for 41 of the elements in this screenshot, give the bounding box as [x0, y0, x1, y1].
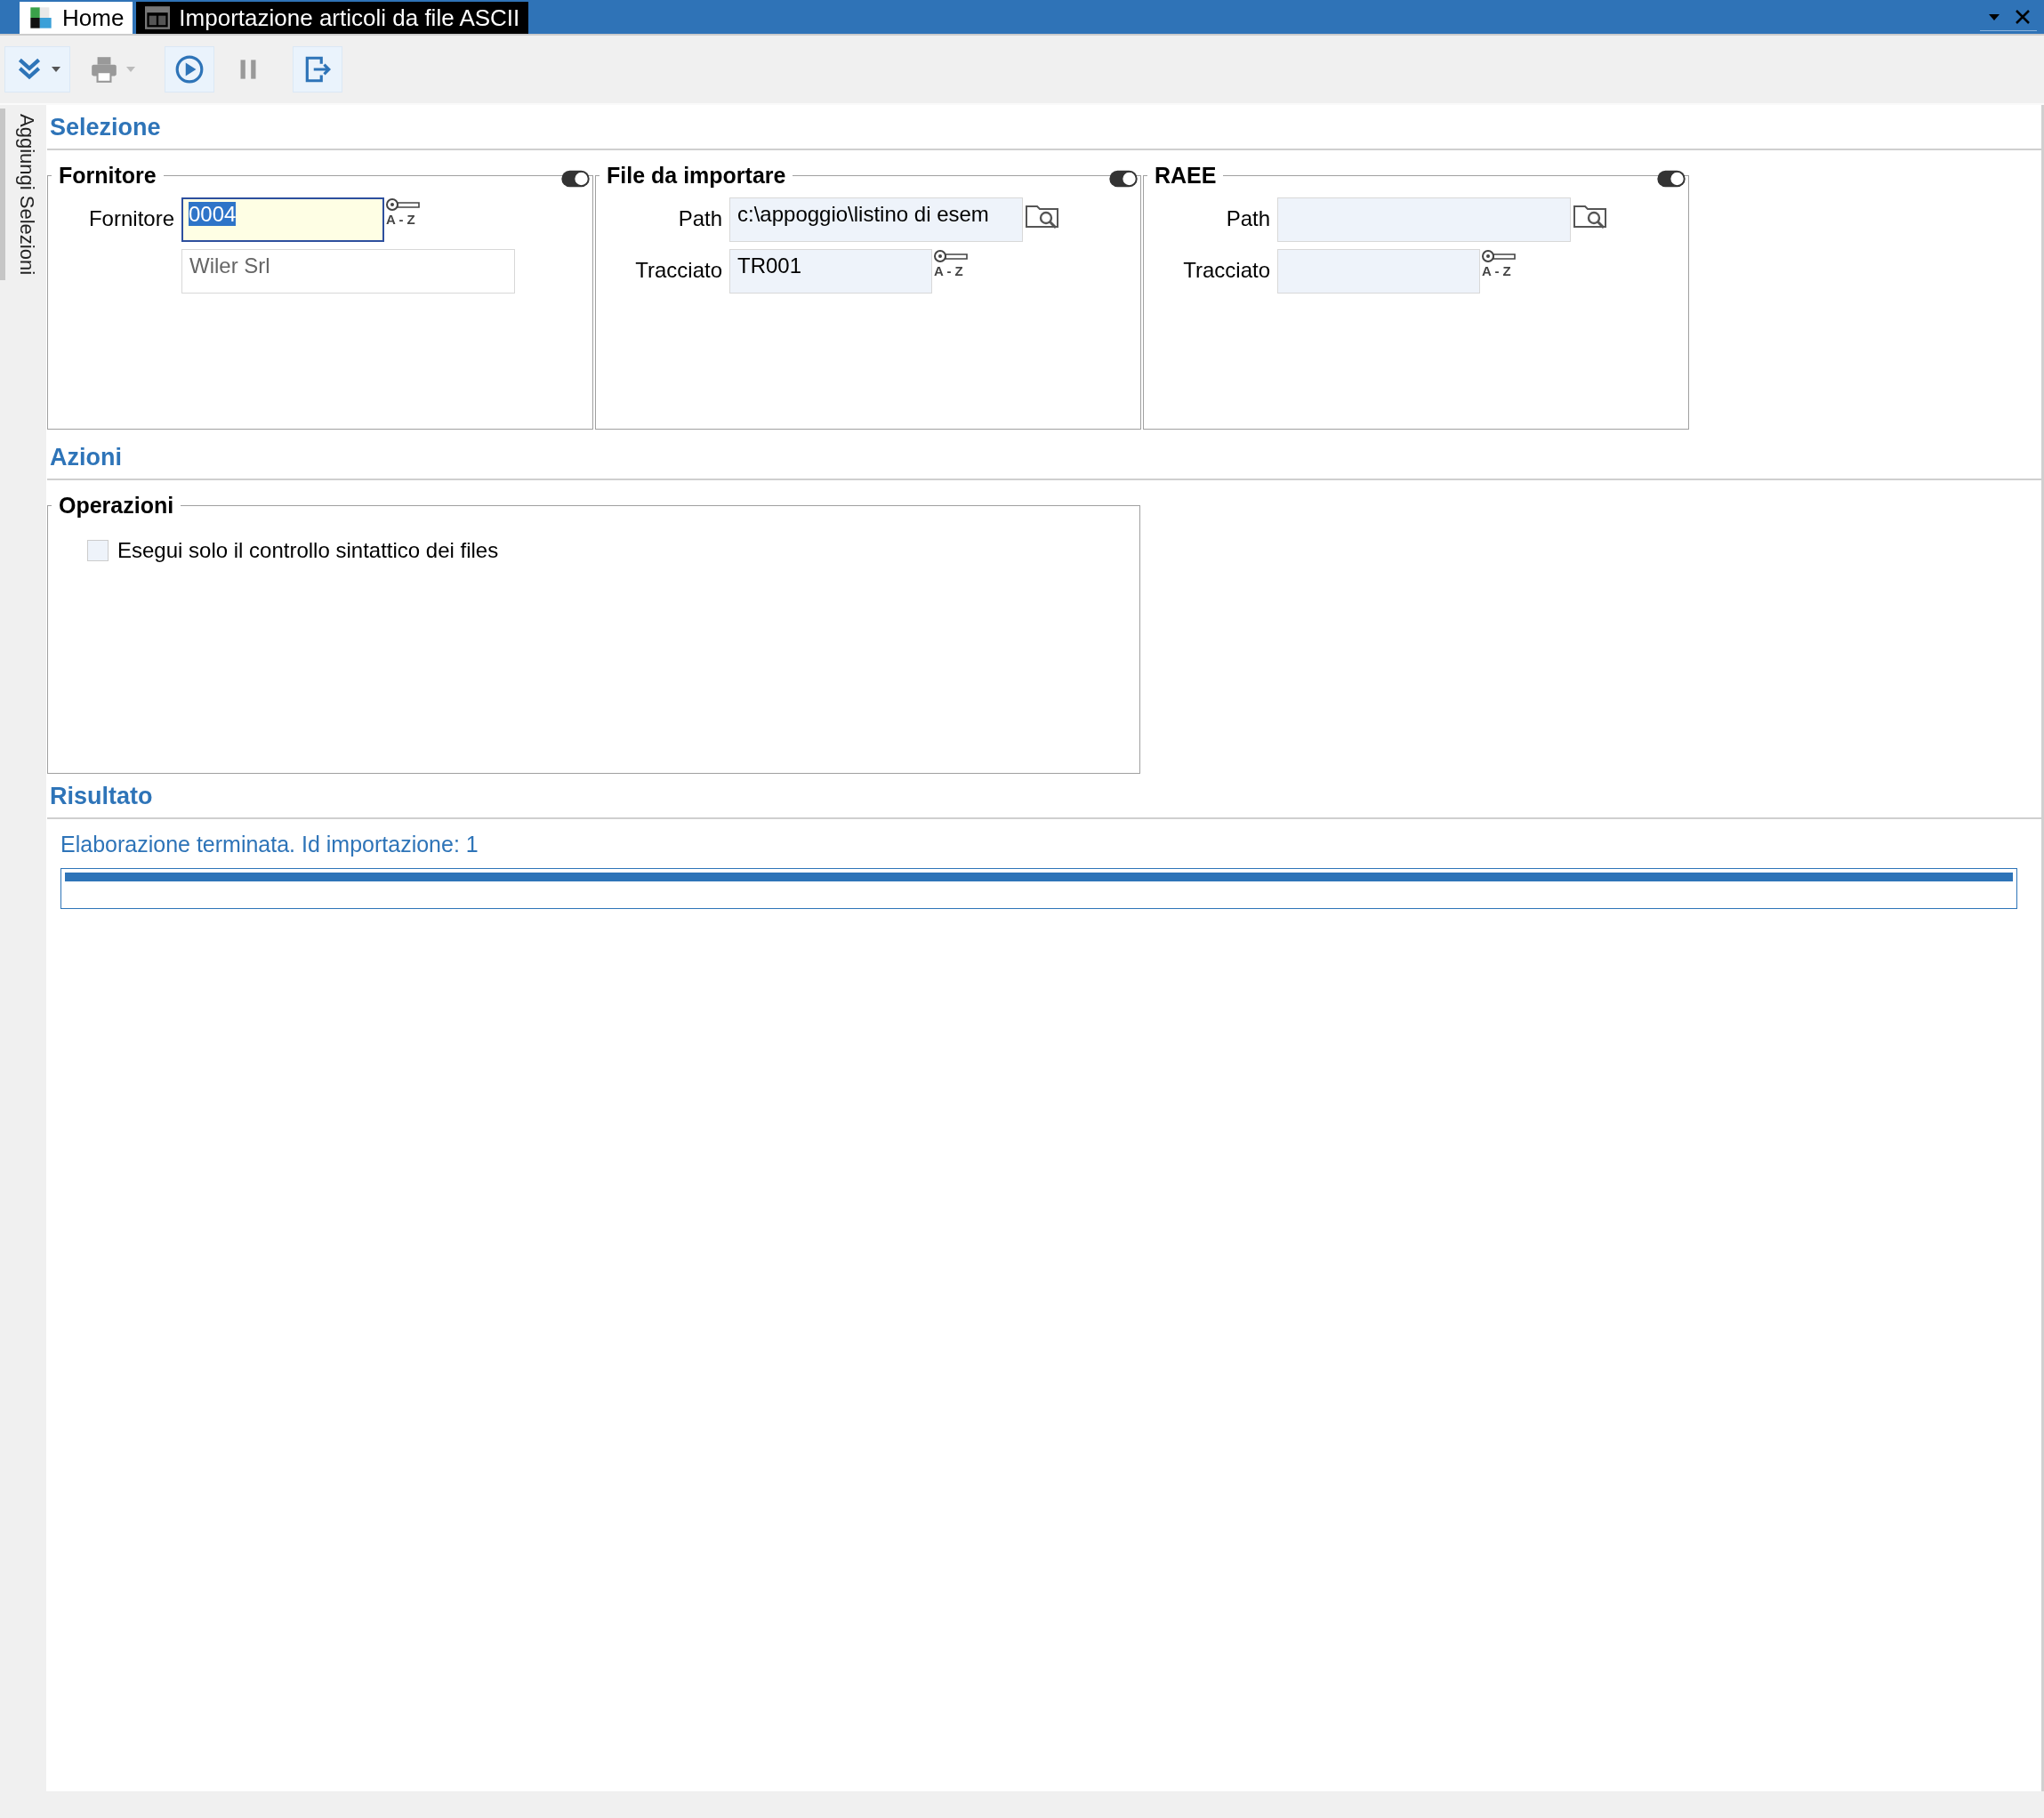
field-label: Tracciato	[1183, 258, 1270, 282]
field-label: Fornitore	[88, 206, 174, 230]
input-field[interactable]	[1277, 197, 1571, 242]
run-button[interactable]	[165, 46, 214, 93]
checkbox[interactable]	[87, 540, 109, 561]
group-title: File da importare	[606, 163, 787, 189]
tab[interactable]: Importazione articoli da file ASCII	[136, 2, 529, 34]
toggle-icon[interactable]	[560, 169, 591, 189]
key-icon	[1482, 249, 1517, 263]
exit-button[interactable]	[293, 46, 342, 93]
input-field[interactable]: 0004	[181, 197, 384, 242]
expand-button[interactable]	[4, 46, 70, 93]
field-label: Tracciato	[635, 258, 722, 282]
tab[interactable]: Home	[20, 2, 133, 34]
section-title: Azioni	[47, 435, 2041, 480]
group-title: Fornitore	[58, 163, 157, 189]
field-label: Path	[1226, 206, 1270, 230]
toggle-icon[interactable]	[1108, 169, 1139, 189]
app-logo-icon	[28, 5, 53, 30]
section-title: Selezione	[47, 105, 2041, 150]
input-field[interactable]: TR001	[729, 249, 932, 294]
lookup-button[interactable]: A - Z	[1480, 249, 1519, 279]
input-field[interactable]	[1277, 249, 1480, 294]
printer-icon	[89, 54, 119, 84]
window-icon	[145, 5, 171, 30]
caret-icon	[52, 67, 60, 72]
toggle-icon[interactable]	[1656, 169, 1686, 189]
key-icon	[386, 197, 422, 212]
lookup-button[interactable]: A - Z	[384, 197, 423, 228]
group-title: RAEE	[1154, 163, 1218, 189]
input-field[interactable]: c:\appoggio\listino di esem	[729, 197, 1023, 242]
section-title: Risultato	[47, 774, 2041, 819]
checkbox-label: Esegui solo il controllo sintattico dei files	[117, 538, 499, 563]
field-label: Path	[678, 206, 722, 230]
key-icon	[934, 249, 970, 263]
input-field[interactable]: Wiler Srl	[181, 249, 515, 294]
lookup-button[interactable]: A - Z	[932, 249, 971, 279]
status-message: Elaborazione terminata. Id importazione: 1	[60, 832, 479, 858]
play-icon	[174, 54, 205, 84]
caret-icon	[126, 67, 135, 72]
group-title: Operazioni	[58, 493, 175, 519]
